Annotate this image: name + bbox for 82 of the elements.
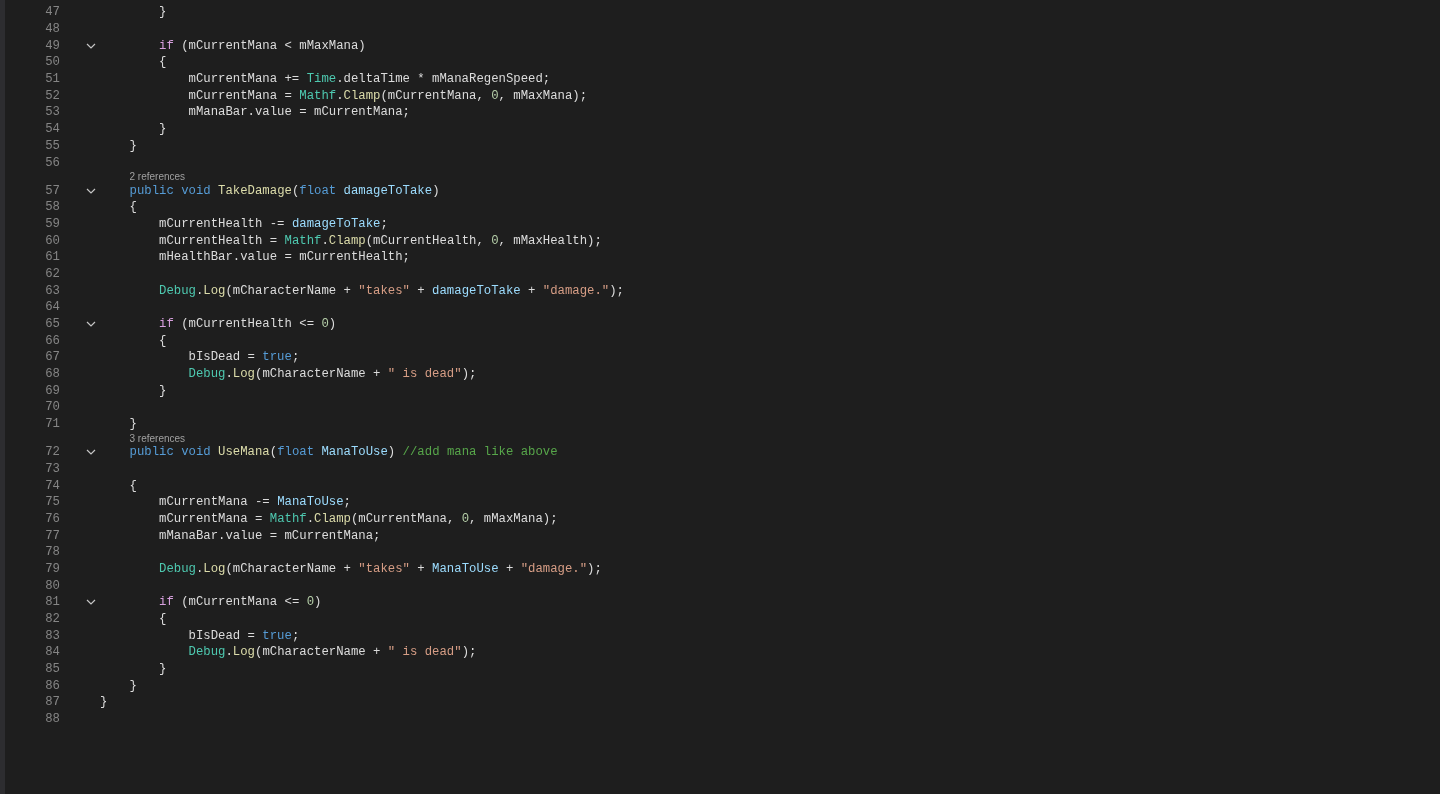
- code-line: mCurrentMana += Time.deltaTime * mManaRegenSpeed;: [188, 72, 551, 87]
- line-number: 57: [44, 183, 60, 198]
- line-number: 53: [44, 105, 60, 120]
- line-number: 65: [44, 317, 60, 331]
- line-number: 69: [44, 383, 60, 398]
- line-number: 75: [44, 495, 60, 510]
- line-number: 88: [44, 712, 60, 727]
- code-line: Debug.Log(mCharacterName + " is dead");: [188, 367, 477, 382]
- collapse-chevron-icon[interactable]: [86, 42, 96, 49]
- line-number: 74: [44, 478, 60, 493]
- line-number: 55: [44, 138, 60, 153]
- line-number: 47: [44, 5, 60, 20]
- line-number: 85: [44, 662, 60, 677]
- code-line: if (mCurrentHealth <= 0): [159, 317, 337, 331]
- code-line: {: [159, 333, 167, 348]
- line-number: 77: [44, 528, 60, 543]
- line-number: 72: [44, 445, 60, 460]
- line-number: 73: [44, 461, 60, 476]
- code-line: if (mCurrentMana <= 0): [159, 595, 322, 610]
- code-line: mManaBar.value = mCurrentMana;: [188, 105, 410, 120]
- code-line: mCurrentHealth -= damageToTake;: [159, 216, 388, 231]
- code-line: Debug.Log(mCharacterName + "takes" + damageToTake + "damage.");: [159, 283, 624, 298]
- code-line: mCurrentMana -= ManaToUse;: [159, 495, 351, 510]
- line-number: 84: [44, 645, 60, 660]
- line-number: 79: [44, 561, 60, 576]
- line-number: 63: [44, 283, 60, 298]
- code-line: {: [159, 55, 167, 70]
- code-line: }: [159, 383, 167, 398]
- line-number: 48: [44, 22, 60, 37]
- code-line: Debug.Log(mCharacterName + " is dead");: [188, 645, 477, 660]
- line-number: 52: [44, 88, 60, 103]
- code-line: }: [100, 695, 108, 710]
- line-number: 61: [44, 250, 60, 265]
- collapse-chevron-icon[interactable]: [86, 187, 96, 194]
- line-number: 71: [44, 417, 60, 432]
- code-line: }: [129, 417, 137, 432]
- line-number: 80: [44, 578, 60, 593]
- code-line: }: [159, 5, 167, 20]
- code-line: mHealthBar.value = mCurrentHealth;: [159, 250, 410, 265]
- code-line: {: [129, 200, 137, 215]
- line-number: 82: [44, 612, 60, 626]
- line-number: 81: [44, 595, 60, 610]
- line-number: 68: [44, 367, 60, 382]
- code-line: public void UseMana(float ManaToUse) //add mana like above: [129, 445, 558, 460]
- line-number: 64: [44, 300, 60, 315]
- code-line: }: [159, 122, 167, 137]
- code-line: }: [159, 662, 167, 677]
- code-line: mManaBar.value = mCurrentMana;: [159, 528, 381, 543]
- line-number: 83: [44, 628, 60, 643]
- line-number: 78: [44, 545, 60, 560]
- code-line: {: [129, 478, 137, 493]
- line-number: 60: [44, 233, 60, 248]
- line-number: 59: [44, 216, 60, 231]
- code-line: bIsDead = true;: [188, 628, 300, 643]
- collapse-chevron-icon[interactable]: [86, 449, 96, 456]
- code-line: public void TakeDamage(float damageToTake): [129, 183, 440, 198]
- line-number: 67: [44, 350, 60, 365]
- code-line: }: [129, 138, 137, 153]
- line-number: 49: [44, 38, 60, 53]
- code-line: Debug.Log(mCharacterName + "takes" + ManaToUse + "damage.");: [159, 561, 602, 576]
- line-number: 76: [44, 511, 60, 526]
- line-number: 56: [44, 155, 60, 170]
- code-line: bIsDead = true;: [188, 350, 300, 365]
- code-line: mCurrentMana = Mathf.Clamp(mCurrentMana, 0, mMaxMana);: [188, 88, 588, 103]
- references-link[interactable]: 2 references: [129, 171, 186, 183]
- line-number: 51: [44, 72, 60, 87]
- code-line: if (mCurrentMana < mMaxMana): [159, 38, 366, 53]
- line-number: 62: [44, 266, 60, 281]
- line-number: 66: [44, 333, 60, 348]
- code-line: {: [159, 612, 167, 626]
- line-number: 87: [44, 695, 60, 710]
- line-number: 54: [44, 122, 60, 137]
- line-number: 58: [44, 200, 60, 215]
- collapse-chevron-icon[interactable]: [86, 321, 96, 327]
- line-number: 70: [44, 400, 60, 415]
- code-line: }: [129, 678, 137, 693]
- line-number: 50: [44, 55, 60, 70]
- collapse-chevron-icon[interactable]: [86, 599, 96, 606]
- code-line: mCurrentHealth = Mathf.Clamp(mCurrentHealth, 0, mMaxHealth);: [159, 233, 602, 248]
- code-line: mCurrentMana = Mathf.Clamp(mCurrentMana, 0, mMaxMana);: [159, 511, 558, 526]
- references-link[interactable]: 3 references: [129, 432, 186, 444]
- line-number: 86: [44, 678, 60, 693]
